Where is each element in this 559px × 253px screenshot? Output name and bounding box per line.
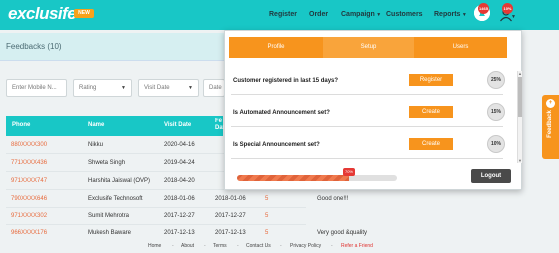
footer-link-about[interactable]: About [181, 243, 194, 249]
footer-separator: - [172, 243, 174, 249]
footer-separator: - [237, 243, 239, 249]
phone-cell[interactable]: 971XXXX747 [11, 178, 47, 184]
footer-link-contact-us[interactable]: Contact Us [246, 243, 271, 249]
setup-question-row: Is Special Announcement set? Create 10% [231, 133, 505, 159]
profile-setup-popup: Profile Setup Users Customer registered … [224, 30, 522, 190]
rating-cell: 5 [265, 213, 269, 219]
top-header: exclusife NEW Register Order Campaign ▼ … [0, 0, 559, 30]
chevron-down-icon: ▼ [188, 85, 193, 91]
progress-fill [237, 175, 349, 181]
create-automated-announcement-button[interactable]: Create [409, 106, 453, 118]
brand-logo[interactable]: exclusife [8, 4, 77, 24]
nav-reports-label: Reports [434, 11, 461, 18]
feedback-date-cell: 2017-12-27 [215, 213, 246, 219]
visit-date-cell: 2020-04-16 [164, 142, 195, 148]
nav-order[interactable]: Order [309, 11, 328, 18]
register-button[interactable]: Register [409, 74, 453, 86]
name-cell: Harshita Jaiswal (OVP) [88, 178, 151, 184]
date-select[interactable]: Date [203, 79, 225, 97]
footer-separator: - [204, 243, 206, 249]
setup-question-text: Is Automated Announcement set? [233, 110, 330, 116]
feedback-date-cell: 2017-12-13 [215, 230, 246, 236]
name-cell: Nikku [88, 142, 104, 148]
column-header-name: Name [88, 122, 105, 128]
nav-register[interactable]: Register [269, 11, 297, 18]
visit-date-cell: 2017-12-13 [164, 230, 195, 236]
nav-campaign-label: Campaign [341, 11, 375, 18]
setup-progress-bar [237, 175, 397, 181]
chevron-down-icon: ▼ [121, 85, 126, 91]
rating-select[interactable]: Rating ▼ [73, 79, 132, 97]
footer-link-refer-a-friend[interactable]: Refer a Friend [341, 243, 373, 249]
nav-reports[interactable]: Reports ▼ [434, 11, 467, 18]
new-badge: NEW [74, 9, 94, 18]
tab-setup[interactable]: Setup [323, 37, 414, 58]
phone-cell[interactable]: 790XXXX646 [11, 196, 47, 202]
chevron-down-icon: ▼ [374, 12, 382, 18]
visit-date-cell: 2017-12-27 [164, 213, 195, 219]
scroll-up-icon[interactable]: ▲ [518, 71, 522, 76]
page-title: Feedbacks (10) [6, 42, 62, 51]
mobile-search-input[interactable]: Enter Mobile N... [6, 79, 67, 97]
setup-question-row: Customer registered in last 15 days? Reg… [231, 69, 505, 95]
logout-button[interactable]: Logout [471, 169, 511, 183]
tab-users[interactable]: Users [414, 37, 507, 58]
comment-cell: Very good &quality [317, 230, 368, 236]
progress-percent-label: 70% [343, 168, 355, 176]
notification-count-badge: 1465 [478, 3, 489, 14]
date-select-label: Date [209, 85, 222, 91]
footer-separator: - [331, 243, 333, 249]
footer-separator: - [280, 243, 282, 249]
name-cell: Mukesh Baware [88, 230, 132, 236]
scrollbar-thumb[interactable] [518, 77, 522, 117]
chevron-down-icon: ▼ [460, 12, 467, 18]
create-special-announcement-button[interactable]: Create [409, 138, 453, 150]
completion-percent: 15% [487, 103, 505, 121]
phone-cell[interactable]: 966XXXX176 [11, 230, 47, 236]
table-row[interactable]: 790XXXX646 Exclusife Technosoft 2018-01-… [6, 191, 348, 208]
comment-cell: Good one!!! [317, 196, 349, 202]
name-cell: Exclusife Technosoft [88, 196, 143, 202]
scroll-down-icon[interactable]: ▼ [518, 158, 522, 163]
nav-campaign[interactable]: Campaign ▼ [341, 11, 381, 18]
chevron-down-icon[interactable]: ▼ [511, 13, 516, 20]
visit-date-cell: 2018-04-20 [164, 178, 195, 184]
name-cell: Sumit Mehrotra [88, 213, 130, 219]
feedback-side-tab-label: Feedback [547, 110, 553, 138]
footer-link-privacy-policy[interactable]: Privacy Policy [290, 243, 321, 249]
phone-cell[interactable]: 971XXXX302 [11, 213, 47, 219]
footer-link-home[interactable]: Home [148, 243, 161, 249]
rating-cell: 5 [265, 230, 269, 236]
visit-date-cell: 2018-01-06 [164, 196, 195, 202]
column-header-phone: Phone [12, 122, 31, 128]
phone-cell[interactable]: 880XXXX300 [11, 142, 47, 148]
column-header-visit-date: Visit Date [164, 122, 192, 128]
feedback-side-tab[interactable]: + Feedback [542, 95, 559, 159]
setup-question-text: Is Special Announcement set? [233, 142, 320, 148]
footer: Home - About - Terms - Contact Us - Priv… [0, 240, 559, 253]
popup-tabs: Profile Setup Users [229, 37, 507, 58]
feedback-date-cell: 2018-01-06 [215, 196, 246, 202]
visit-date-select[interactable]: Visit Date ▼ [138, 79, 199, 97]
page-title-bar: Feedbacks (10) [0, 33, 228, 61]
setup-question-row: Is Automated Announcement set? Create 15… [231, 101, 505, 127]
rating-select-label: Rating [79, 85, 97, 91]
name-cell: Shweta Singh [88, 160, 126, 166]
table-header: Phone Name Visit Date Fe Date [6, 116, 225, 136]
completion-percent: 25% [487, 71, 505, 89]
tab-profile[interactable]: Profile [229, 37, 323, 58]
footer-link-terms[interactable]: Terms [213, 243, 227, 249]
visit-date-cell: 2019-04-24 [164, 160, 195, 166]
setup-question-text: Customer registered in last 15 days? [233, 78, 339, 84]
table-row[interactable]: 971XXXX302 Sumit Mehrotra 2017-12-27 201… [6, 208, 306, 225]
visit-date-select-label: Visit Date [144, 85, 170, 91]
phone-cell[interactable]: 771XXXX436 [11, 160, 47, 166]
rating-cell: 5 [265, 196, 269, 202]
completion-percent: 10% [487, 135, 505, 153]
popup-scrollbar[interactable]: ▲ ▼ [517, 71, 522, 163]
nav-customers[interactable]: Customers [386, 11, 423, 18]
